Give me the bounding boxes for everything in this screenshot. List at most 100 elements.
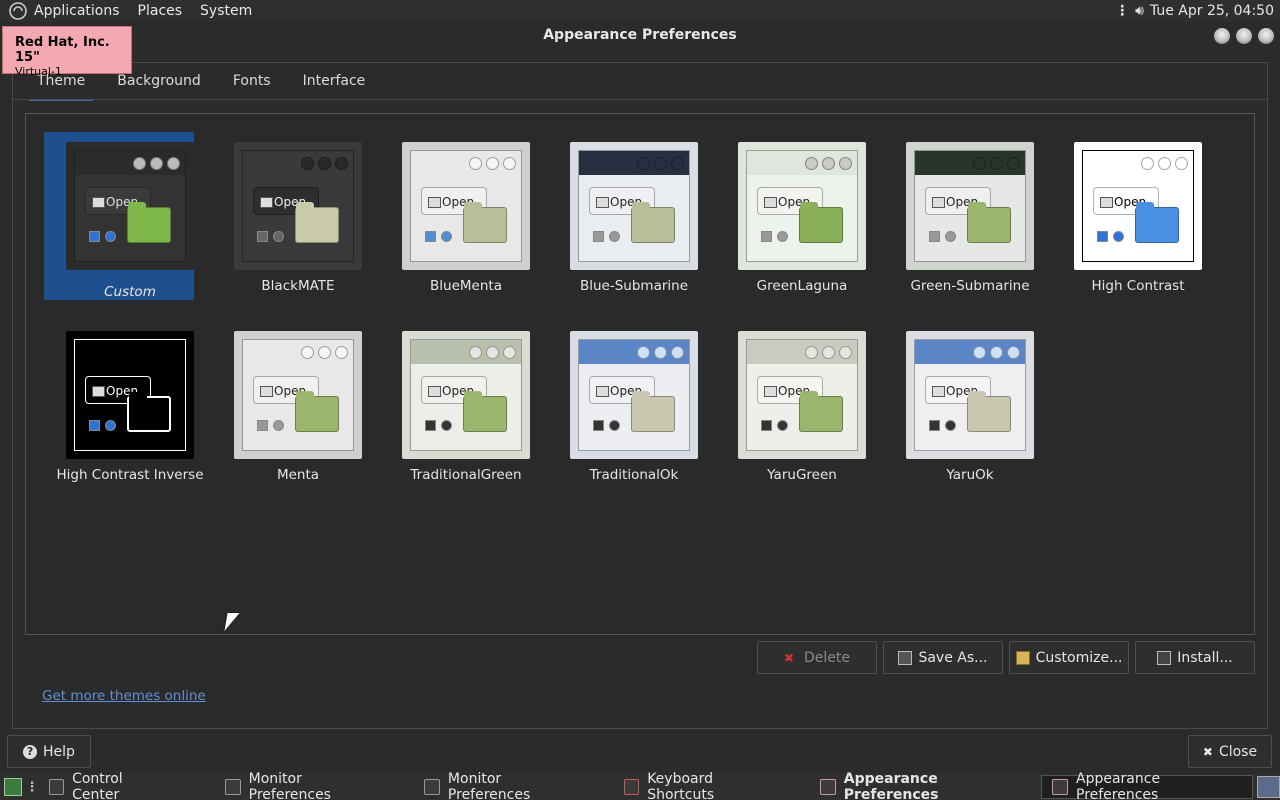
theme-item[interactable]: Open High Contrast Inverse: [44, 321, 204, 496]
theme-item[interactable]: Open BlackMATE: [212, 132, 362, 307]
keyboard-icon: [623, 779, 640, 795]
bottom-panel: ⋮ Control Center Monitor Preferences Mon…: [0, 771, 1280, 800]
window-title: Appearance Preferences: [543, 27, 737, 43]
window-control-icon: [301, 156, 314, 170]
checkbox-icon: [425, 420, 436, 431]
window-control-icon: [839, 345, 852, 359]
checkbox-icon: [761, 420, 772, 431]
mate-logo-icon[interactable]: [8, 1, 28, 21]
close-window-button[interactable]: [1258, 28, 1274, 44]
theme-item[interactable]: Open Menta: [212, 321, 362, 496]
theme-item[interactable]: Open Custom: [44, 132, 194, 307]
close-icon: ✖: [1202, 744, 1213, 759]
theme-item[interactable]: Open TraditionalGreen: [380, 321, 530, 496]
appearance-icon: [820, 779, 836, 795]
radio-icon: [777, 420, 788, 431]
window-control-icon: [805, 345, 818, 359]
menu-places[interactable]: Places: [138, 3, 183, 19]
window-control-icon: [1007, 156, 1020, 170]
delete-button[interactable]: ✖ Delete: [757, 641, 877, 674]
theme-item[interactable]: Open Blue-Submarine: [548, 132, 698, 307]
window-control-icon: [990, 156, 1003, 170]
close-button[interactable]: ✖ Close: [1188, 735, 1272, 768]
radio-icon: [273, 231, 284, 242]
folder-icon: [1135, 202, 1179, 243]
tray-menu-icon[interactable]: ⋮: [1115, 3, 1129, 19]
theme-preview-thumbnail: Open: [234, 331, 362, 459]
task-monitor-preferences-2[interactable]: Monitor Preferences: [414, 771, 593, 800]
window-control-icon: [486, 156, 499, 170]
customize-button[interactable]: Customize...: [1009, 641, 1129, 674]
folder-icon: [631, 202, 675, 243]
window-control-icon: [973, 156, 986, 170]
maximize-button[interactable]: [1236, 28, 1252, 44]
window-control-icon: [805, 156, 818, 170]
window-control-icon: [637, 156, 650, 170]
folder-icon: [127, 392, 171, 432]
task-keyboard-shortcuts[interactable]: Keyboard Shortcuts: [614, 771, 791, 800]
help-button[interactable]: ? Help: [7, 735, 91, 768]
install-button[interactable]: Install...: [1135, 641, 1255, 674]
get-more-themes-link[interactable]: Get more themes online: [42, 688, 206, 704]
theme-name: TraditionalGreen: [410, 467, 522, 483]
tab-fonts[interactable]: Fonts: [217, 63, 287, 101]
window-control-icon: [335, 345, 348, 359]
theme-preview-thumbnail: Open: [570, 331, 698, 459]
theme-name: Blue-Submarine: [579, 278, 689, 294]
task-appearance-preferences-2[interactable]: Appearance Preferences: [1041, 771, 1253, 800]
checkbox-icon: [89, 231, 100, 242]
tab-interface[interactable]: Interface: [287, 63, 382, 101]
task-monitor-preferences-1[interactable]: Monitor Preferences: [215, 771, 394, 800]
save-as-button[interactable]: Save As...: [883, 641, 1003, 674]
radio-icon: [945, 231, 956, 242]
volume-icon[interactable]: 🔊︎: [1135, 3, 1144, 19]
menu-system[interactable]: System: [200, 3, 252, 19]
window-control-icon: [318, 345, 331, 359]
theme-name: TraditionalOk: [589, 467, 679, 483]
theme-item[interactable]: Open TraditionalOk: [548, 321, 698, 496]
theme-item[interactable]: Open GreenLaguna: [716, 132, 866, 307]
folder-icon: [463, 202, 507, 243]
window-control-icon: [1007, 345, 1020, 359]
checkbox-icon: [929, 231, 940, 242]
theme-item[interactable]: Open BlueMenta: [380, 132, 530, 307]
install-icon: [1157, 650, 1172, 665]
window-control-icon: [1158, 156, 1171, 170]
theme-item[interactable]: Open YaruGreen: [716, 321, 866, 496]
theme-item[interactable]: Open YaruOk: [884, 321, 1034, 496]
tab-bar: Theme Background Fonts Interface: [12, 62, 1268, 101]
monitor-tooltip: Red Hat, Inc. 15" Virtual-1: [2, 26, 132, 78]
window-control-icon: [973, 345, 986, 359]
radio-icon: [105, 231, 116, 242]
theme-preview-thumbnail: Open: [906, 331, 1034, 459]
theme-name: Custom: [104, 284, 156, 300]
show-desktop-icon[interactable]: [4, 778, 22, 796]
menu-applications[interactable]: Applications: [34, 3, 120, 19]
theme-name: GreenLaguna: [756, 278, 848, 294]
window-control-icon: [150, 156, 163, 170]
task-appearance-preferences-1[interactable]: Appearance Preferences: [810, 771, 1041, 800]
window-control-icon: [318, 156, 331, 170]
minimize-button[interactable]: [1214, 28, 1230, 44]
window-control-icon: [469, 345, 482, 359]
window-control-icon: [469, 156, 482, 170]
theme-name: BlackMATE: [261, 278, 335, 294]
top-panel: Applications Places System ⋮ 🔊︎ Tue Apr …: [0, 0, 1280, 22]
window-control-icon: [654, 345, 667, 359]
radio-icon: [609, 420, 620, 431]
clock[interactable]: Tue Apr 25, 04:50: [1150, 3, 1274, 19]
theme-grid[interactable]: Open Custom Open BlackMATE Open BlueMenta Open…: [25, 113, 1255, 635]
radio-icon: [441, 231, 452, 242]
folder-icon: [295, 391, 339, 432]
window-control-icon: [822, 156, 835, 170]
window-control-icon: [671, 345, 684, 359]
theme-item[interactable]: Open Green-Submarine: [884, 132, 1034, 307]
window-control-icon: [671, 156, 684, 170]
theme-item[interactable]: Open High Contrast: [1052, 132, 1202, 307]
window-control-icon: [1141, 156, 1154, 170]
theme-name: YaruOk: [946, 467, 994, 483]
task-control-center[interactable]: Control Center: [39, 771, 182, 800]
workspace-switcher[interactable]: [1256, 776, 1280, 798]
radio-icon: [777, 231, 788, 242]
window-titlebar[interactable]: Appearance Preferences: [0, 22, 1280, 48]
